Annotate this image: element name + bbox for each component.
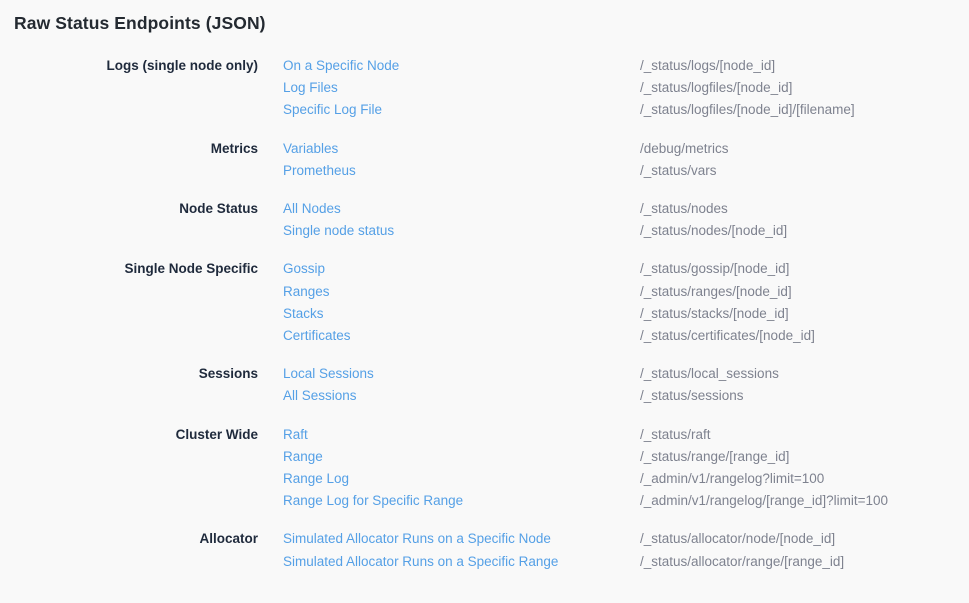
- endpoint-link[interactable]: Prometheus: [283, 160, 356, 182]
- endpoint-path: /_status/logfiles/[node_id]/[filename]: [640, 99, 969, 121]
- endpoint-path: /_admin/v1/rangelog?limit=100: [640, 468, 969, 490]
- endpoint-link[interactable]: Raft: [283, 424, 308, 446]
- endpoint-path: /_status/local_sessions: [640, 363, 969, 385]
- paths-column: /_status/local_sessions /_status/session…: [640, 363, 969, 407]
- category-label: Sessions: [14, 363, 258, 385]
- endpoint-link[interactable]: Single node status: [283, 220, 394, 242]
- page-title: Raw Status Endpoints (JSON): [14, 13, 969, 34]
- endpoint-link[interactable]: Log Files: [283, 77, 338, 99]
- paths-column: /debug/metrics /_status/vars: [640, 138, 969, 182]
- endpoint-group: Metrics Variables Prometheus /debug/metr…: [14, 138, 969, 182]
- endpoint-path: /_status/stacks/[node_id]: [640, 303, 969, 325]
- endpoint-path: /_status/allocator/range/[range_id]: [640, 551, 969, 573]
- endpoint-path: /_status/ranges/[node_id]: [640, 281, 969, 303]
- endpoint-path: /_status/range/[range_id]: [640, 446, 969, 468]
- endpoint-link[interactable]: Range Log for Specific Range: [283, 490, 463, 512]
- category-label: Single Node Specific: [14, 258, 258, 280]
- endpoint-link[interactable]: Simulated Allocator Runs on a Specific N…: [283, 528, 551, 550]
- endpoint-path: /_status/raft: [640, 424, 969, 446]
- paths-column: /_status/gossip/[node_id] /_status/range…: [640, 258, 969, 347]
- links-column: Raft Range Range Log Range Log for Speci…: [283, 424, 640, 513]
- links-column: All Nodes Single node status: [283, 198, 640, 242]
- category-label: Cluster Wide: [14, 424, 258, 446]
- endpoint-link[interactable]: Gossip: [283, 258, 325, 280]
- links-column: Simulated Allocator Runs on a Specific N…: [283, 528, 640, 572]
- endpoint-table: Logs (single node only) On a Specific No…: [14, 55, 969, 573]
- paths-column: /_status/nodes /_status/nodes/[node_id]: [640, 198, 969, 242]
- endpoint-group: Node Status All Nodes Single node status…: [14, 198, 969, 242]
- links-column: Gossip Ranges Stacks Certificates: [283, 258, 640, 347]
- endpoint-link[interactable]: Specific Log File: [283, 99, 382, 121]
- paths-column: /_status/raft /_status/range/[range_id] …: [640, 424, 969, 513]
- links-column: On a Specific Node Log Files Specific Lo…: [283, 55, 640, 122]
- paths-column: /_status/allocator/node/[node_id] /_stat…: [640, 528, 969, 572]
- endpoint-link[interactable]: All Sessions: [283, 385, 357, 407]
- endpoint-link[interactable]: Variables: [283, 138, 338, 160]
- endpoint-path: /_status/nodes: [640, 198, 969, 220]
- endpoint-link[interactable]: Simulated Allocator Runs on a Specific R…: [283, 551, 558, 573]
- endpoint-group: Single Node Specific Gossip Ranges Stack…: [14, 258, 969, 347]
- endpoint-group: Cluster Wide Raft Range Range Log Range …: [14, 424, 969, 513]
- debug-page: Raw Status Endpoints (JSON) Logs (single…: [0, 0, 969, 573]
- endpoint-path: /_status/vars: [640, 160, 969, 182]
- endpoint-path: /_status/logs/[node_id]: [640, 55, 969, 77]
- category-label: Metrics: [14, 138, 258, 160]
- category-label: Logs (single node only): [14, 55, 258, 77]
- category-label: Allocator: [14, 528, 258, 550]
- endpoint-group: Sessions Local Sessions All Sessions /_s…: [14, 363, 969, 407]
- endpoint-path: /_status/nodes/[node_id]: [640, 220, 969, 242]
- endpoint-link[interactable]: Range Log: [283, 468, 349, 490]
- endpoint-path: /_status/logfiles/[node_id]: [640, 77, 969, 99]
- endpoint-path: /debug/metrics: [640, 138, 969, 160]
- endpoint-link[interactable]: Range: [283, 446, 323, 468]
- endpoint-group: Logs (single node only) On a Specific No…: [14, 55, 969, 122]
- endpoint-path: /_status/gossip/[node_id]: [640, 258, 969, 280]
- endpoint-group: Allocator Simulated Allocator Runs on a …: [14, 528, 969, 572]
- paths-column: /_status/logs/[node_id] /_status/logfile…: [640, 55, 969, 122]
- endpoint-link[interactable]: Ranges: [283, 281, 330, 303]
- endpoint-link[interactable]: Stacks: [283, 303, 324, 325]
- endpoint-path: /_admin/v1/rangelog/[range_id]?limit=100: [640, 490, 969, 512]
- endpoint-link[interactable]: All Nodes: [283, 198, 341, 220]
- category-label: Node Status: [14, 198, 258, 220]
- endpoint-link[interactable]: Local Sessions: [283, 363, 374, 385]
- links-column: Local Sessions All Sessions: [283, 363, 640, 407]
- links-column: Variables Prometheus: [283, 138, 640, 182]
- endpoint-path: /_status/certificates/[node_id]: [640, 325, 969, 347]
- endpoint-path: /_status/allocator/node/[node_id]: [640, 528, 969, 550]
- endpoint-path: /_status/sessions: [640, 385, 969, 407]
- endpoint-link[interactable]: On a Specific Node: [283, 55, 399, 77]
- endpoint-link[interactable]: Certificates: [283, 325, 351, 347]
